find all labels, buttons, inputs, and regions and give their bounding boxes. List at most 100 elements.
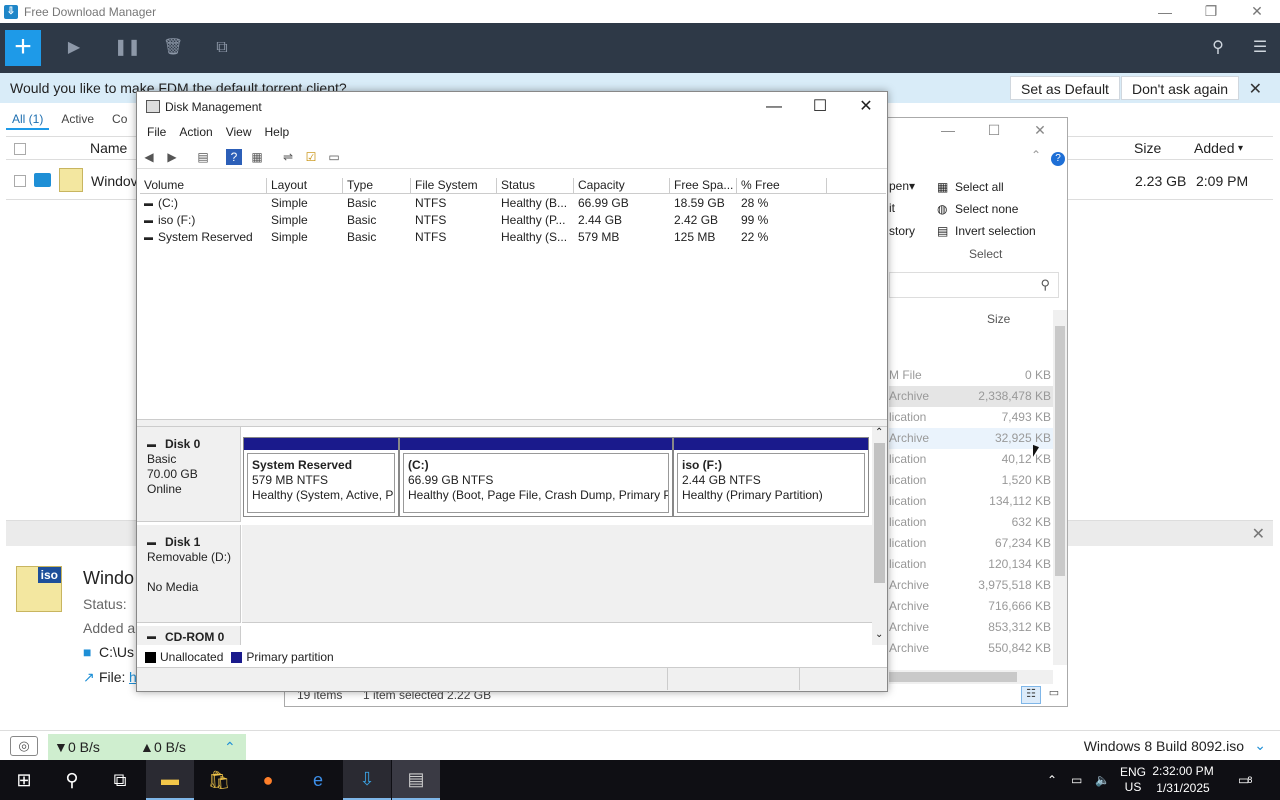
select-all-checkbox[interactable] — [14, 143, 26, 155]
tray-overflow-icon[interactable]: ⌃ — [1047, 760, 1057, 800]
volume-row[interactable]: ▬ System Reserved Simple Basic NTFS Healthy (… — [140, 229, 886, 246]
disk-management-taskbar-icon[interactable]: ▤ — [392, 760, 440, 800]
menu-help[interactable]: Help — [255, 122, 290, 144]
ribbon-open[interactable]: pen ▾ — [889, 179, 915, 193]
row-checkbox[interactable] — [14, 175, 26, 187]
back-icon[interactable]: ◀ — [141, 149, 157, 165]
explorer-file-row[interactable]: lication 134,112 KB — [889, 491, 1053, 512]
invert-selection-button[interactable]: ▤ Invert selection — [937, 224, 1036, 238]
external-link-icon[interactable]: ↗ — [83, 669, 95, 686]
menu-icon[interactable]: ☰ — [1250, 38, 1270, 58]
col-type[interactable]: Type — [343, 178, 411, 194]
disk0-label[interactable]: ▬ Disk 0 Basic 70.00 GB Online — [137, 427, 241, 522]
store-icon[interactable]: 🛍 — [195, 760, 243, 800]
explorer-vscroll[interactable] — [1053, 310, 1067, 665]
explorer-maximize-button[interactable]: ☐ — [971, 122, 1017, 144]
col-added[interactable]: Added — [1194, 140, 1234, 156]
explorer-file-row[interactable]: lication 632 KB — [889, 512, 1053, 533]
explorer-file-row[interactable]: lication 40,12 KB — [889, 449, 1053, 470]
explorer-minimize-button[interactable]: — — [925, 122, 971, 144]
console-tree-icon[interactable]: ▤ — [195, 149, 211, 165]
file-explorer-icon[interactable]: ▬ — [146, 760, 194, 800]
filter-completed[interactable]: Co — [106, 108, 133, 130]
explorer-search-input[interactable]: ⚲ — [889, 272, 1059, 298]
volume-row[interactable]: ▬ (C:) Simple Basic NTFS Healthy (B... 66.99 G… — [140, 195, 886, 212]
col-size[interactable]: Size — [1134, 140, 1161, 156]
ribbon-collapse-icon[interactable]: ⌃ — [1031, 148, 1041, 162]
add-download-button[interactable]: + — [5, 30, 41, 66]
explorer-file-row[interactable]: lication 1,520 KB — [889, 470, 1053, 491]
help-book-icon[interactable]: ? — [226, 149, 242, 165]
explorer-close-button[interactable]: ✕ — [1017, 122, 1063, 144]
language-indicator[interactable]: ENG US — [1120, 760, 1146, 800]
pane-splitter[interactable] — [137, 419, 887, 427]
explorer-file-row[interactable]: lication 120,134 KB — [889, 554, 1053, 575]
explorer-file-row[interactable]: Archive 3,975,518 KB — [889, 575, 1053, 596]
disk-pane-vscroll-thumb[interactable] — [874, 443, 885, 583]
volume-muted-icon[interactable]: 🔈 — [1095, 760, 1110, 800]
explorer-vscroll-thumb[interactable] — [1055, 326, 1065, 576]
col-filesystem[interactable]: File System — [411, 178, 497, 194]
disk-pane-vscroll[interactable]: ⌃ ⌄ — [872, 427, 887, 645]
play-icon[interactable]: ▶ — [64, 38, 84, 58]
task-view-icon[interactable]: ⧉ — [96, 760, 144, 800]
details-path[interactable]: C:\Us — [99, 644, 134, 660]
select-all-button[interactable]: ▦ Select all — [937, 180, 1004, 194]
col-name[interactable]: Name — [90, 140, 127, 156]
dm-close-button[interactable]: ✕ — [843, 95, 889, 119]
volume-row[interactable]: ▬ iso (F:) Simple Basic NTFS Healthy (P... 2.4… — [140, 212, 886, 229]
restore-button[interactable]: ❐ — [1188, 0, 1234, 23]
folder-icon[interactable] — [34, 173, 51, 187]
close-button[interactable]: ✕ — [1234, 0, 1280, 23]
dm-maximize-button[interactable]: ☐ — [797, 95, 843, 119]
speed-box[interactable]: ▼ 0 B/s ▲ 0 B/s ⌃ — [48, 734, 246, 760]
menu-file[interactable]: File — [137, 122, 166, 144]
checklist-icon[interactable]: ☑ — [303, 149, 319, 165]
col-capacity[interactable]: Capacity — [574, 178, 670, 194]
filter-active[interactable]: Active — [55, 108, 100, 130]
explorer-hscroll[interactable] — [889, 670, 1053, 684]
menu-view[interactable]: View — [216, 122, 252, 144]
menu-action[interactable]: Action — [169, 122, 212, 144]
properties-icon[interactable]: ▦ — [249, 149, 265, 165]
edge-icon[interactable]: e — [294, 760, 342, 800]
dont-ask-button[interactable]: Don't ask again — [1121, 76, 1240, 100]
firefox-icon[interactable]: ● — [244, 760, 292, 800]
clock[interactable]: 2:32:00 PM 1/31/2025 — [1148, 763, 1218, 797]
cdrom-label[interactable]: ▬ CD-ROM 0 — [137, 626, 241, 645]
partition-c[interactable]: (C:) 66.99 GB NTFS Healthy (Boot, Page F… — [399, 437, 673, 517]
minimize-button[interactable]: — — [1142, 0, 1188, 23]
ribbon-history[interactable]: story — [889, 224, 915, 238]
scroll-up-icon[interactable]: ⌃ — [875, 427, 883, 438]
status-chevron-icon[interactable]: ⌄ — [1254, 737, 1266, 754]
disk1-area[interactable] — [242, 525, 872, 623]
trash-icon[interactable]: 🗑 — [163, 38, 183, 58]
notification-center-icon[interactable]: ▭ 8 — [1238, 760, 1252, 800]
start-button[interactable]: ⊞ — [0, 760, 48, 800]
move-folder-icon[interactable]: ⧉ — [212, 38, 232, 58]
disk1-label[interactable]: ▬ Disk 1 Removable (D:) No Media — [137, 525, 241, 623]
explorer-file-row[interactable]: Archive 2,338,478 KB — [889, 386, 1053, 407]
large-icons-view-icon[interactable]: ▭ — [1045, 686, 1063, 704]
partition-system-reserved[interactable]: System Reserved 579 MB NTFS Healthy (Sys… — [243, 437, 399, 517]
search-icon[interactable]: ⚲ — [1208, 38, 1228, 58]
forward-icon[interactable]: ▶ — [164, 149, 180, 165]
explorer-file-row[interactable]: Archive 32,925 KB — [889, 428, 1053, 449]
search-taskbar-icon[interactable]: ⚲ — [48, 760, 96, 800]
banner-close-icon[interactable]: ✕ — [1249, 79, 1262, 99]
path-folder-icon[interactable]: ■ — [83, 644, 91, 660]
connect-icon[interactable]: ⇌ — [280, 149, 296, 165]
col-freespace[interactable]: Free Spa... — [670, 178, 737, 194]
set-default-button[interactable]: Set as Default — [1010, 76, 1120, 100]
filter-all[interactable]: All (1) — [6, 108, 50, 130]
dm-minimize-button[interactable]: — — [751, 95, 797, 119]
details-close-icon[interactable]: ✕ — [1252, 524, 1265, 544]
details-view-icon[interactable]: ☷ — [1021, 686, 1041, 704]
col-volume[interactable]: Volume — [140, 178, 267, 194]
col-status[interactable]: Status — [497, 178, 574, 194]
explorer-col-size[interactable]: Size — [987, 312, 1010, 326]
explorer-file-row[interactable]: Archive 550,842 KB — [889, 638, 1053, 659]
network-icon[interactable]: ▭ — [1071, 760, 1082, 800]
pause-icon[interactable]: ❚❚ — [114, 38, 141, 58]
help-icon[interactable]: ? — [1051, 152, 1065, 166]
